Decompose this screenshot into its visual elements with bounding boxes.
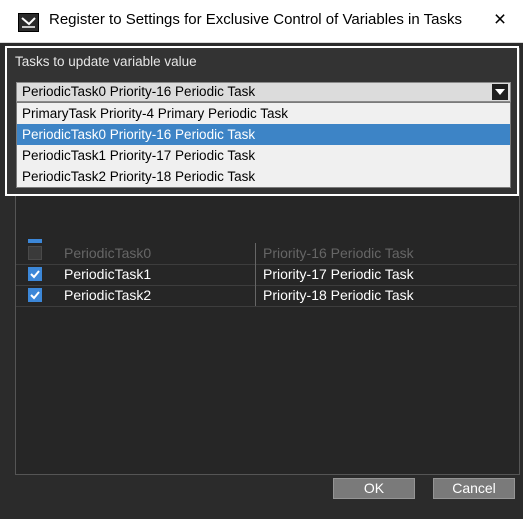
dropdown-option[interactable]: PeriodicTask1 Priority-17 Periodic Task (17, 145, 510, 166)
dropdown-option[interactable]: PeriodicTask2 Priority-18 Periodic Task (17, 166, 510, 187)
title-bar: Register to Settings for Exclusive Contr… (0, 0, 523, 43)
task-desc-cell: Priority-16 Periodic Task (263, 245, 414, 261)
task-dropdown-list: PrimaryTask Priority-4 Primary Periodic … (16, 102, 511, 188)
table-row: PeriodicTask0 Priority-16 Periodic Task (16, 243, 517, 265)
dropdown-option[interactable]: PrimaryTask Priority-4 Primary Periodic … (17, 103, 510, 124)
dropdown-option-selected[interactable]: PeriodicTask0 Priority-16 Periodic Task (17, 124, 510, 145)
chevron-down-icon[interactable] (492, 84, 508, 100)
panel-label: Tasks to update variable value (15, 54, 197, 69)
row-checkbox[interactable] (28, 267, 42, 281)
ok-button[interactable]: OK (333, 478, 415, 499)
task-name-cell: PeriodicTask1 (64, 266, 152, 282)
task-combobox[interactable]: PeriodicTask0 Priority-16 Periodic Task (16, 82, 511, 102)
close-icon[interactable]: × (477, 0, 523, 42)
row-checkbox (28, 246, 42, 260)
table-row[interactable]: PeriodicTask2 Priority-18 Periodic Task (16, 285, 517, 307)
task-desc-cell: Priority-17 Periodic Task (263, 266, 414, 282)
app-icon (18, 13, 39, 32)
table-row[interactable]: PeriodicTask1 Priority-17 Periodic Task (16, 264, 517, 286)
window-title: Register to Settings for Exclusive Contr… (49, 11, 462, 28)
task-select-panel: Tasks to update variable value PeriodicT… (5, 46, 519, 196)
combo-value: PeriodicTask0 Priority-16 Periodic Task (22, 84, 256, 99)
cancel-button[interactable]: Cancel (433, 478, 515, 499)
task-desc-cell: Priority-18 Periodic Task (263, 287, 414, 303)
task-name-cell: PeriodicTask2 (64, 287, 152, 303)
task-name-cell: PeriodicTask0 (64, 245, 152, 261)
row-checkbox[interactable] (28, 288, 42, 302)
